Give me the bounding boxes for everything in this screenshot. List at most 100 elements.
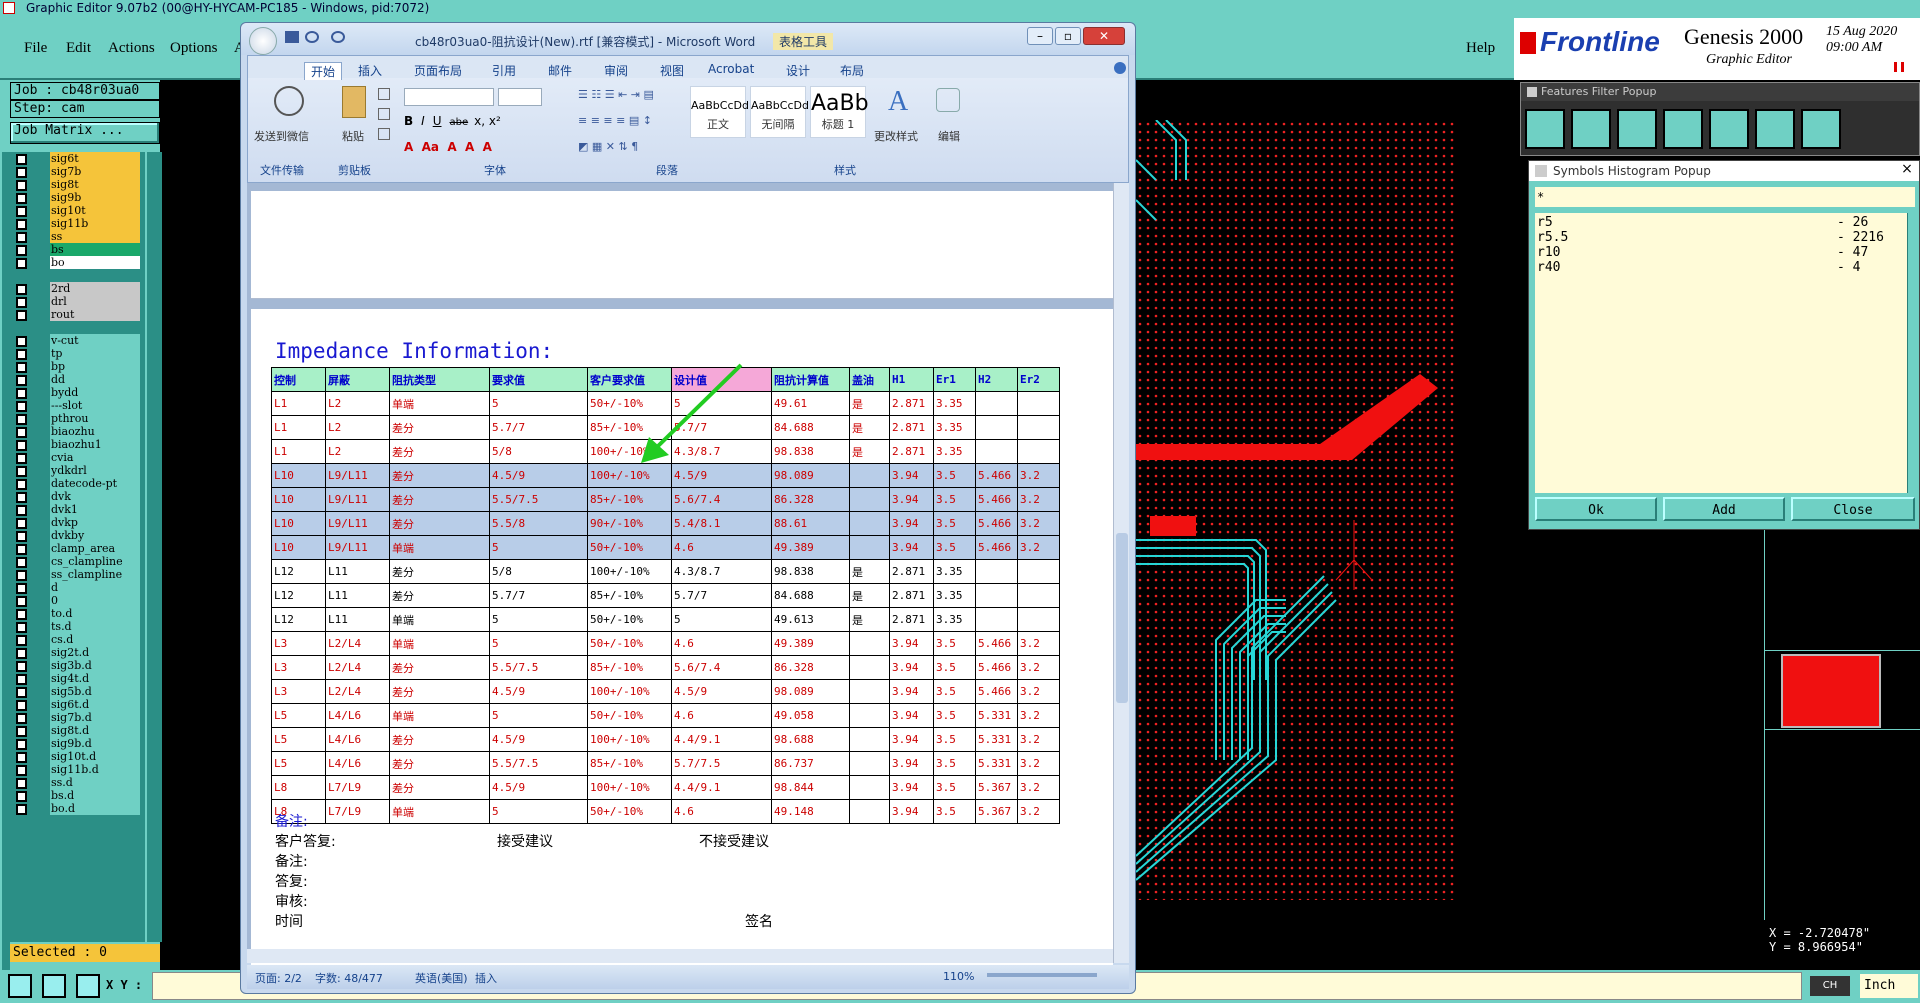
tab-page-layout[interactable]: 页面布局 [414, 62, 462, 79]
layer-name[interactable]: ss.d [50, 776, 140, 790]
table-cell[interactable]: 50+/-10% [587, 607, 672, 632]
table-cell[interactable]: 5.367 [975, 799, 1018, 824]
table-cell[interactable]: 5.5/8 [489, 511, 588, 536]
table-cell[interactable]: 5.466 [975, 631, 1018, 656]
layer-name[interactable]: ss_clampline [50, 568, 140, 582]
table-cell[interactable]: 3.35 [933, 559, 976, 584]
table-cell[interactable]: 49.61 [771, 391, 850, 416]
layer-row[interactable]: sig4t.d [10, 672, 160, 686]
table-cell[interactable]: 3.5 [933, 727, 976, 752]
table-row[interactable]: L3 L2/L4 差分 5.5/7.5 85+/-10% 5.6/7.4 86.328 3.9… [271, 655, 1060, 680]
table-cell[interactable]: L10 [271, 511, 326, 536]
table-row[interactable]: L10 L9/L11 差分 5.5/8 90+/-10% 5.4/8.1 88.61 3.94… [271, 511, 1060, 536]
table-cell[interactable]: L8 [271, 775, 326, 800]
undo-icon[interactable] [305, 31, 319, 43]
table-cell[interactable]: 4.4/9.1 [671, 775, 772, 800]
table-cell[interactable]: 是 [849, 391, 890, 416]
table-row[interactable]: L10 L9/L11 单端 5 50+/-10% 4.6 49.389 3.94 3.5 5.46… [271, 535, 1060, 560]
table-cell[interactable]: 85+/-10% [587, 487, 672, 512]
layer-row[interactable]: bs.d [10, 789, 160, 803]
table-cell[interactable]: 50+/-10% [587, 535, 672, 560]
layer-row[interactable]: dvk [10, 490, 160, 504]
table-cell[interactable]: 3.2 [1017, 631, 1060, 656]
redo-icon[interactable] [331, 31, 345, 43]
table-cell[interactable]: 3.2 [1017, 487, 1060, 512]
table-cell[interactable]: 3.5 [933, 463, 976, 488]
layer-name[interactable]: sig10t [50, 204, 140, 218]
table-cell[interactable]: 5.4/8.1 [671, 511, 772, 536]
layer-name[interactable]: rout [50, 308, 140, 322]
table-cell[interactable]: L2 [325, 391, 390, 416]
layer-checkbox[interactable] [16, 544, 27, 555]
table-cell[interactable]: L10 [271, 487, 326, 512]
table-cell[interactable]: 差分 [389, 487, 490, 512]
table-cell[interactable]: 5 [489, 391, 588, 416]
layer-row[interactable]: bo [10, 256, 160, 270]
table-cell[interactable]: 5.466 [975, 655, 1018, 680]
change-styles-label[interactable]: 更改样式 [874, 128, 918, 144]
table-cell[interactable]: 5.7/7 [489, 415, 588, 440]
layer-checkbox[interactable] [16, 765, 27, 776]
table-cell[interactable]: L9/L11 [325, 463, 390, 488]
layer-name[interactable]: v-cut [50, 334, 140, 348]
table-cell[interactable]: 4.6 [671, 535, 772, 560]
layer-row[interactable]: dd [10, 373, 160, 387]
table-cell[interactable]: L5 [271, 703, 326, 728]
layer-name[interactable]: sig9b [50, 191, 140, 205]
table-cell[interactable]: 49.389 [771, 535, 850, 560]
table-cell[interactable]: 3.94 [889, 463, 934, 488]
layer-name[interactable]: cs.d [50, 633, 140, 647]
zoom-level[interactable]: 110% [943, 970, 974, 983]
layer-checkbox[interactable] [16, 505, 27, 516]
layer-row[interactable]: bydd [10, 386, 160, 400]
table-cell[interactable]: L4/L6 [325, 727, 390, 752]
table-cell[interactable]: L11 [325, 583, 390, 608]
layer-row[interactable]: sig6t [10, 152, 160, 166]
layer-checkbox[interactable] [16, 362, 27, 373]
table-cell[interactable] [849, 799, 890, 824]
accept-label[interactable]: 接受建议 [497, 831, 553, 851]
layer-name[interactable]: sig11b [50, 217, 140, 231]
layer-name[interactable]: ---slot [50, 399, 140, 413]
layer-checkbox[interactable] [16, 635, 27, 646]
font-name-select[interactable] [404, 88, 494, 106]
grid-icon[interactable] [76, 974, 100, 998]
table-cell[interactable]: 86.328 [771, 487, 850, 512]
table-cell[interactable]: 90+/-10% [587, 511, 672, 536]
layer-row[interactable]: sig5b.d [10, 685, 160, 699]
layer-checkbox[interactable] [16, 180, 27, 191]
table-cell[interactable]: L10 [271, 535, 326, 560]
layer-checkbox[interactable] [16, 687, 27, 698]
font-color-buttons[interactable]: A Aa A A A [404, 140, 544, 158]
layer-row[interactable]: clamp_area [10, 542, 160, 556]
table-cell[interactable]: L10 [271, 463, 326, 488]
table-cell[interactable]: 差分 [389, 439, 490, 464]
layer-checkbox[interactable] [16, 804, 27, 815]
table-cell[interactable]: 3.94 [889, 727, 934, 752]
status-insert[interactable]: 插入 [475, 970, 497, 986]
table-cell[interactable]: L12 [271, 559, 326, 584]
layer-row[interactable]: bs [10, 243, 160, 257]
layer-checkbox[interactable] [16, 739, 27, 750]
layer-name[interactable]: to.d [50, 607, 140, 621]
table-cell[interactable]: 3.2 [1017, 703, 1060, 728]
table-row[interactable]: L5 L4/L6 差分 4.5/9 100+/-10% 4.4/9.1 98.688 3.94… [271, 727, 1060, 752]
table-cell[interactable]: 3.2 [1017, 751, 1060, 776]
layer-row[interactable]: sig8t.d [10, 724, 160, 738]
layer-row[interactable]: biaozhu1 [10, 438, 160, 452]
arc-filter-icon[interactable] [1663, 109, 1703, 149]
layer-name[interactable]: sig8t.d [50, 724, 140, 738]
table-cell[interactable]: 4.6 [671, 799, 772, 824]
layer-name[interactable]: sig5b.d [50, 685, 140, 699]
table-cell[interactable]: 85+/-10% [587, 655, 672, 680]
overview-viewport[interactable] [1781, 654, 1881, 728]
table-cell[interactable]: L2 [325, 439, 390, 464]
layer-checkbox[interactable] [16, 401, 27, 412]
layer-checkbox[interactable] [16, 375, 27, 386]
table-cell[interactable]: L9/L11 [325, 511, 390, 536]
table-cell[interactable]: 差分 [389, 655, 490, 680]
table-cell[interactable]: 差分 [389, 415, 490, 440]
layer-checkbox[interactable] [16, 258, 27, 269]
table-cell[interactable]: 差分 [389, 463, 490, 488]
table-cell[interactable]: 2.871 [889, 607, 934, 632]
